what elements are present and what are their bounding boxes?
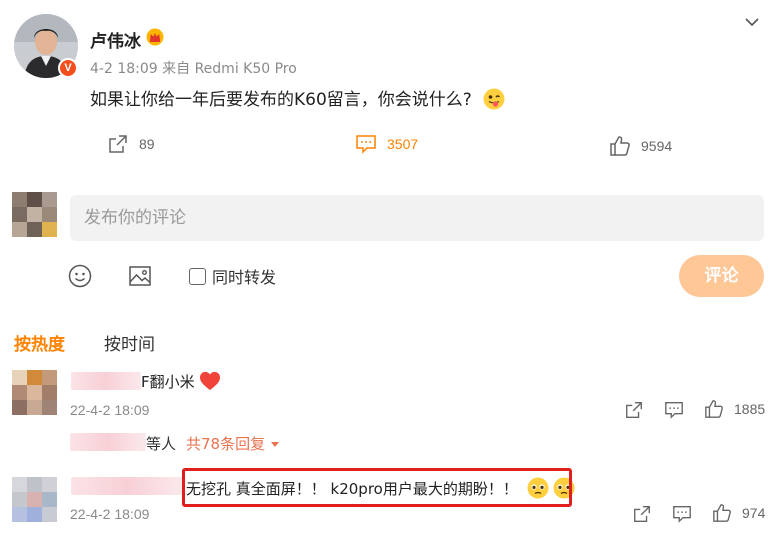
source-prefix: 来自 [162, 61, 191, 77]
share-button[interactable]: 89 [107, 133, 155, 155]
share-icon[interactable] [632, 504, 652, 524]
emoji-icon[interactable] [68, 264, 92, 288]
comment-like-button[interactable]: 974 [712, 503, 765, 523]
post-date: 4-2 18:09 [90, 61, 158, 77]
share-count: 89 [139, 136, 155, 152]
replies-prefix: 等人 [146, 435, 177, 453]
repost-toggle[interactable]: 同时转发 [189, 264, 276, 288]
image-icon[interactable] [128, 264, 152, 288]
tab-sort-time[interactable]: 按时间 [104, 330, 155, 355]
submit-comment-button[interactable]: 评论 [679, 255, 764, 297]
chevron-down-icon[interactable] [742, 12, 762, 32]
comment-text: F翻小米 [141, 371, 221, 392]
device-source[interactable]: Redmi K50 Pro [195, 61, 297, 77]
thumbs-up-icon [713, 504, 731, 522]
share-icon[interactable] [624, 400, 644, 420]
comment-date: 22-4-2 18:09 [70, 506, 150, 522]
share-icon [109, 135, 127, 153]
replies-count-link[interactable]: 共78条回复 [186, 433, 265, 454]
comment-icon[interactable] [664, 400, 684, 420]
like-count: 9594 [641, 138, 673, 154]
comment-like-count: 974 [742, 505, 766, 521]
commenter-avatar[interactable] [12, 477, 57, 522]
tongue-out-emoji-icon [483, 88, 505, 110]
comment-text-content: F翻小米 [141, 373, 195, 391]
highlight-box [182, 468, 572, 507]
replies-link[interactable]: 等人 共78条回复 [146, 433, 281, 454]
commenter-name-blurred[interactable] [71, 372, 141, 390]
my-avatar [12, 192, 57, 237]
commenter-avatar[interactable] [12, 370, 57, 415]
post-meta: 4-2 18:09 来自 Redmi K50 Pro [90, 58, 297, 78]
caret-down-icon [271, 441, 280, 447]
verified-badge: V [58, 58, 78, 78]
comment-button[interactable]: 3507 [355, 133, 418, 155]
post-body: 如果让你给一年后要发布的K60留言，你会说什么? [90, 85, 505, 110]
author-name[interactable]: 卢伟冰 [90, 27, 141, 52]
heart-icon [200, 371, 221, 391]
comment-date: 22-4-2 18:09 [70, 402, 150, 418]
crown-icon [146, 28, 164, 46]
comment-icon[interactable] [672, 504, 692, 524]
comment-icon [356, 135, 376, 154]
post-text: 如果让你给一年后要发布的K60留言，你会说什么? [90, 90, 472, 110]
comment-like-button[interactable]: 1885 [704, 399, 765, 419]
repost-label: 同时转发 [212, 268, 277, 287]
reply-user-blurred[interactable] [70, 433, 146, 451]
thumbs-up-icon [705, 400, 723, 418]
tab-sort-hot[interactable]: 按热度 [14, 330, 65, 355]
comment-like-count: 1885 [734, 401, 766, 417]
thumbs-up-icon [610, 136, 630, 156]
like-button[interactable]: 9594 [609, 135, 672, 157]
repost-checkbox[interactable] [189, 267, 206, 285]
commenter-name-blurred[interactable] [71, 477, 183, 495]
comment-input[interactable]: 发布你的评论 [70, 195, 764, 241]
comment-count: 3507 [387, 136, 419, 152]
